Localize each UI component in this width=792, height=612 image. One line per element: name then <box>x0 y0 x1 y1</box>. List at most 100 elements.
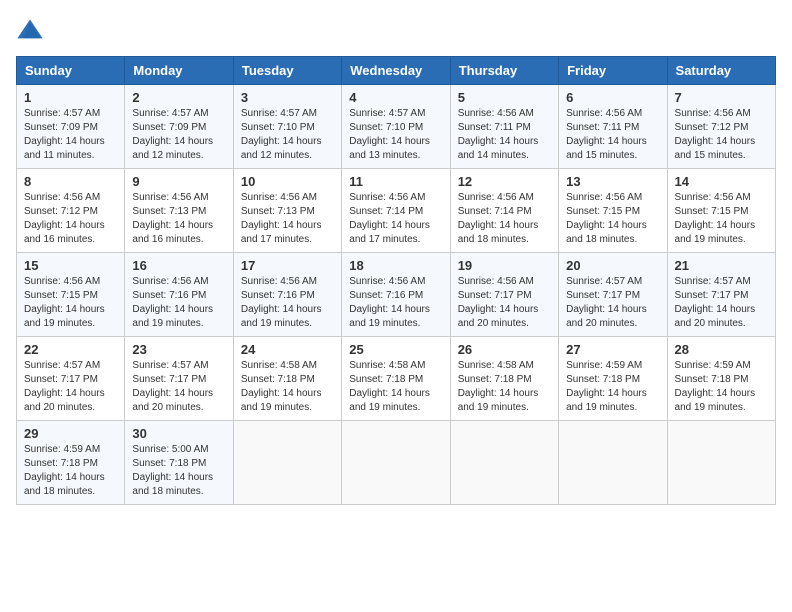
day-cell-30: 30 Sunrise: 5:00 AMSunset: 7:18 PMDaylig… <box>125 421 233 505</box>
day-detail: Sunrise: 4:57 AMSunset: 7:17 PMDaylight:… <box>675 276 756 329</box>
day-detail: Sunrise: 4:59 AMSunset: 7:18 PMDaylight:… <box>24 444 105 497</box>
empty-cell <box>450 421 558 505</box>
day-header-saturday: Saturday <box>667 57 775 85</box>
day-number: 9 <box>132 174 225 189</box>
day-detail: Sunrise: 4:57 AMSunset: 7:17 PMDaylight:… <box>566 276 647 329</box>
day-cell-5: 5 Sunrise: 4:56 AMSunset: 7:11 PMDayligh… <box>450 85 558 169</box>
day-detail: Sunrise: 4:56 AMSunset: 7:16 PMDaylight:… <box>132 276 213 329</box>
day-cell-15: 15 Sunrise: 4:56 AMSunset: 7:15 PMDaylig… <box>17 253 125 337</box>
day-header-sunday: Sunday <box>17 57 125 85</box>
day-cell-11: 11 Sunrise: 4:56 AMSunset: 7:14 PMDaylig… <box>342 169 450 253</box>
day-cell-14: 14 Sunrise: 4:56 AMSunset: 7:15 PMDaylig… <box>667 169 775 253</box>
day-number: 28 <box>675 342 768 357</box>
day-cell-17: 17 Sunrise: 4:56 AMSunset: 7:16 PMDaylig… <box>233 253 341 337</box>
day-cell-18: 18 Sunrise: 4:56 AMSunset: 7:16 PMDaylig… <box>342 253 450 337</box>
day-number: 13 <box>566 174 659 189</box>
day-detail: Sunrise: 4:56 AMSunset: 7:14 PMDaylight:… <box>349 192 430 245</box>
day-detail: Sunrise: 4:57 AMSunset: 7:10 PMDaylight:… <box>241 108 322 161</box>
day-detail: Sunrise: 4:57 AMSunset: 7:09 PMDaylight:… <box>24 108 105 161</box>
empty-cell <box>559 421 667 505</box>
day-detail: Sunrise: 4:56 AMSunset: 7:16 PMDaylight:… <box>241 276 322 329</box>
logo <box>16 16 48 44</box>
day-header-monday: Monday <box>125 57 233 85</box>
day-cell-19: 19 Sunrise: 4:56 AMSunset: 7:17 PMDaylig… <box>450 253 558 337</box>
day-number: 18 <box>349 258 442 273</box>
day-number: 26 <box>458 342 551 357</box>
empty-cell <box>233 421 341 505</box>
day-detail: Sunrise: 4:57 AMSunset: 7:09 PMDaylight:… <box>132 108 213 161</box>
day-detail: Sunrise: 4:56 AMSunset: 7:13 PMDaylight:… <box>132 192 213 245</box>
day-number: 30 <box>132 426 225 441</box>
day-cell-6: 6 Sunrise: 4:56 AMSunset: 7:11 PMDayligh… <box>559 85 667 169</box>
day-header-thursday: Thursday <box>450 57 558 85</box>
day-detail: Sunrise: 4:56 AMSunset: 7:15 PMDaylight:… <box>566 192 647 245</box>
day-cell-27: 27 Sunrise: 4:59 AMSunset: 7:18 PMDaylig… <box>559 337 667 421</box>
calendar-week-3: 15 Sunrise: 4:56 AMSunset: 7:15 PMDaylig… <box>17 253 776 337</box>
day-number: 3 <box>241 90 334 105</box>
calendar-week-4: 22 Sunrise: 4:57 AMSunset: 7:17 PMDaylig… <box>17 337 776 421</box>
day-number: 7 <box>675 90 768 105</box>
day-number: 4 <box>349 90 442 105</box>
day-detail: Sunrise: 4:58 AMSunset: 7:18 PMDaylight:… <box>458 360 539 413</box>
day-number: 23 <box>132 342 225 357</box>
day-number: 6 <box>566 90 659 105</box>
day-detail: Sunrise: 4:56 AMSunset: 7:12 PMDaylight:… <box>24 192 105 245</box>
day-cell-22: 22 Sunrise: 4:57 AMSunset: 7:17 PMDaylig… <box>17 337 125 421</box>
day-detail: Sunrise: 4:56 AMSunset: 7:15 PMDaylight:… <box>675 192 756 245</box>
day-cell-29: 29 Sunrise: 4:59 AMSunset: 7:18 PMDaylig… <box>17 421 125 505</box>
calendar-week-2: 8 Sunrise: 4:56 AMSunset: 7:12 PMDayligh… <box>17 169 776 253</box>
day-cell-12: 12 Sunrise: 4:56 AMSunset: 7:14 PMDaylig… <box>450 169 558 253</box>
calendar-week-5: 29 Sunrise: 4:59 AMSunset: 7:18 PMDaylig… <box>17 421 776 505</box>
empty-cell <box>667 421 775 505</box>
day-detail: Sunrise: 4:57 AMSunset: 7:17 PMDaylight:… <box>132 360 213 413</box>
day-number: 14 <box>675 174 768 189</box>
page-header <box>16 16 776 44</box>
day-detail: Sunrise: 5:00 AMSunset: 7:18 PMDaylight:… <box>132 444 213 497</box>
day-number: 10 <box>241 174 334 189</box>
day-cell-10: 10 Sunrise: 4:56 AMSunset: 7:13 PMDaylig… <box>233 169 341 253</box>
day-number: 29 <box>24 426 117 441</box>
day-cell-4: 4 Sunrise: 4:57 AMSunset: 7:10 PMDayligh… <box>342 85 450 169</box>
day-cell-9: 9 Sunrise: 4:56 AMSunset: 7:13 PMDayligh… <box>125 169 233 253</box>
day-detail: Sunrise: 4:57 AMSunset: 7:10 PMDaylight:… <box>349 108 430 161</box>
day-cell-21: 21 Sunrise: 4:57 AMSunset: 7:17 PMDaylig… <box>667 253 775 337</box>
day-number: 5 <box>458 90 551 105</box>
day-cell-26: 26 Sunrise: 4:58 AMSunset: 7:18 PMDaylig… <box>450 337 558 421</box>
day-detail: Sunrise: 4:56 AMSunset: 7:14 PMDaylight:… <box>458 192 539 245</box>
day-number: 25 <box>349 342 442 357</box>
day-cell-2: 2 Sunrise: 4:57 AMSunset: 7:09 PMDayligh… <box>125 85 233 169</box>
day-number: 27 <box>566 342 659 357</box>
logo-icon <box>16 16 44 44</box>
calendar-header-row: SundayMondayTuesdayWednesdayThursdayFrid… <box>17 57 776 85</box>
day-cell-16: 16 Sunrise: 4:56 AMSunset: 7:16 PMDaylig… <box>125 253 233 337</box>
day-detail: Sunrise: 4:56 AMSunset: 7:12 PMDaylight:… <box>675 108 756 161</box>
day-detail: Sunrise: 4:58 AMSunset: 7:18 PMDaylight:… <box>349 360 430 413</box>
day-header-friday: Friday <box>559 57 667 85</box>
day-detail: Sunrise: 4:59 AMSunset: 7:18 PMDaylight:… <box>675 360 756 413</box>
day-cell-23: 23 Sunrise: 4:57 AMSunset: 7:17 PMDaylig… <box>125 337 233 421</box>
day-cell-3: 3 Sunrise: 4:57 AMSunset: 7:10 PMDayligh… <box>233 85 341 169</box>
day-detail: Sunrise: 4:56 AMSunset: 7:17 PMDaylight:… <box>458 276 539 329</box>
day-detail: Sunrise: 4:56 AMSunset: 7:16 PMDaylight:… <box>349 276 430 329</box>
day-number: 12 <box>458 174 551 189</box>
day-number: 15 <box>24 258 117 273</box>
calendar-table: SundayMondayTuesdayWednesdayThursdayFrid… <box>16 56 776 505</box>
day-cell-24: 24 Sunrise: 4:58 AMSunset: 7:18 PMDaylig… <box>233 337 341 421</box>
day-number: 21 <box>675 258 768 273</box>
day-cell-13: 13 Sunrise: 4:56 AMSunset: 7:15 PMDaylig… <box>559 169 667 253</box>
day-detail: Sunrise: 4:58 AMSunset: 7:18 PMDaylight:… <box>241 360 322 413</box>
day-number: 22 <box>24 342 117 357</box>
day-number: 24 <box>241 342 334 357</box>
day-detail: Sunrise: 4:59 AMSunset: 7:18 PMDaylight:… <box>566 360 647 413</box>
day-number: 17 <box>241 258 334 273</box>
day-cell-25: 25 Sunrise: 4:58 AMSunset: 7:18 PMDaylig… <box>342 337 450 421</box>
day-number: 20 <box>566 258 659 273</box>
day-detail: Sunrise: 4:56 AMSunset: 7:13 PMDaylight:… <box>241 192 322 245</box>
day-number: 2 <box>132 90 225 105</box>
day-number: 11 <box>349 174 442 189</box>
day-number: 8 <box>24 174 117 189</box>
day-detail: Sunrise: 4:56 AMSunset: 7:11 PMDaylight:… <box>566 108 647 161</box>
day-number: 1 <box>24 90 117 105</box>
day-number: 19 <box>458 258 551 273</box>
empty-cell <box>342 421 450 505</box>
